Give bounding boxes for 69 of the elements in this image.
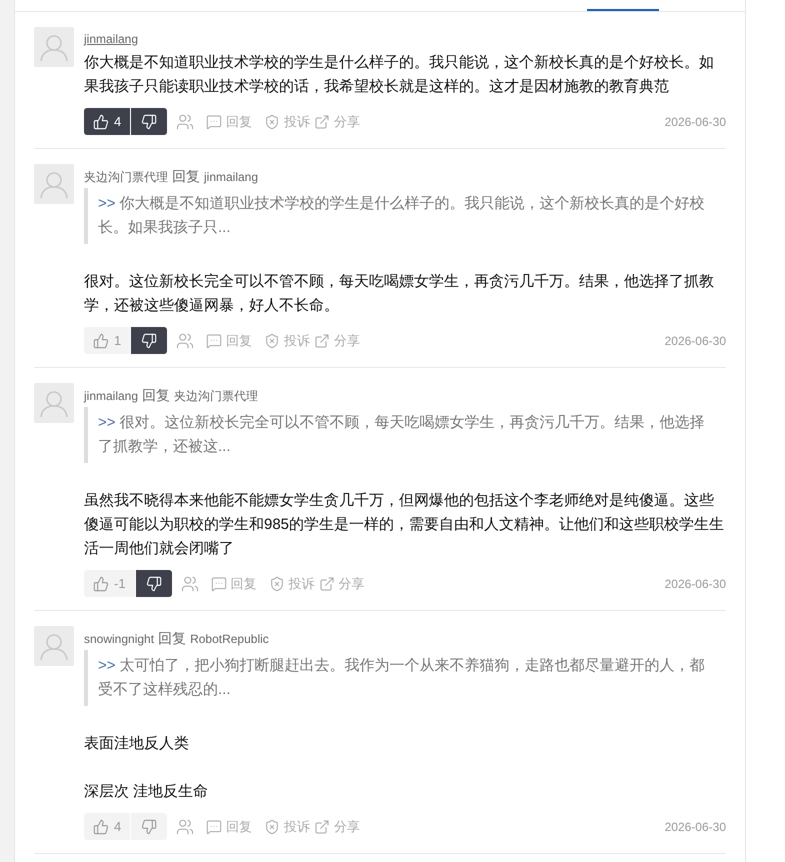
avatar-silhouette-icon — [34, 27, 74, 67]
users-icon[interactable] — [176, 818, 194, 836]
reply-button[interactable]: 回复 — [210, 574, 257, 594]
external-link-icon — [314, 114, 330, 130]
thumbs-up-icon — [93, 818, 109, 834]
thumbs-down-icon — [146, 576, 162, 592]
thumbs-down-icon — [141, 114, 158, 130]
dislike-button[interactable] — [131, 327, 168, 354]
username-link[interactable]: jinmailang — [84, 387, 138, 405]
like-button[interactable]: 4 — [84, 813, 130, 840]
like-button[interactable]: 4 — [84, 108, 130, 135]
shield-x-icon — [264, 114, 280, 130]
share-button[interactable]: 分享 — [314, 816, 360, 836]
dislike-button[interactable] — [131, 108, 168, 135]
reply-label: 回复 — [142, 386, 170, 404]
thumbs-up-icon — [93, 114, 109, 130]
share-button[interactable]: 分享 — [314, 330, 360, 350]
shield-x-icon — [264, 332, 280, 348]
avatar-silhouette-icon — [34, 626, 74, 666]
reply-button[interactable]: 回复 — [206, 112, 252, 132]
users-icon[interactable] — [176, 112, 194, 130]
username-link[interactable]: snowingnight — [84, 630, 154, 648]
comment-date: 2026-06-30 — [664, 332, 726, 350]
shield-x-icon — [268, 576, 285, 592]
external-link-icon — [314, 332, 330, 348]
quote-text: >> 很对。这位新校长完全可以不管不顾，每天吃喝嫖女学生，再贪污几千万。结果，他选择了抓教学，还被这... — [98, 413, 706, 457]
quote-text: >> 太可怕了，把小狗打断腿赶出去。我作为一个从来不养猫狗，走路也都尽量避开的人，都受不了这样残忍的... — [98, 656, 706, 700]
thumbs-down-icon — [141, 332, 158, 348]
report-button[interactable]: 投诉 — [268, 574, 315, 594]
username-link[interactable]: 夹边沟门票代理 — [84, 168, 168, 186]
reply-button[interactable]: 回复 — [206, 330, 252, 350]
thumbs-up-icon — [93, 332, 109, 348]
dislike-button[interactable] — [136, 570, 172, 597]
thumbs-down-icon — [141, 818, 158, 834]
external-link-icon — [314, 818, 330, 834]
comment-icon — [206, 332, 222, 348]
comment-date: 2026-06-30 — [664, 818, 726, 836]
users-icon[interactable] — [176, 332, 194, 350]
comment-icon — [206, 818, 222, 834]
comment-text: 很对。这位新校长完全可以不管不顾，每天吃喝嫖女学生，再贪污几千万。结果，他选择了抓教学，还被这些傻逼网暴，好人不长命。 — [84, 272, 715, 316]
report-button[interactable]: 投诉 — [264, 330, 310, 350]
comment-icon — [210, 576, 227, 592]
reply-label: 回复 — [172, 167, 200, 185]
comment-text: 虽然我不晓得本来他能不能嫖女学生贪几千万，但网爆他的包括这个李老师绝对是纯傻逼。这些傻逼可能以为职校的学生和985的学生是一样的，需要自由和人文精神。让他们和这些职校学生生活一周他们就会闭嘴了 — [84, 491, 726, 559]
report-button[interactable]: 投诉 — [264, 816, 310, 836]
comment-date: 2026-06-30 — [664, 576, 726, 592]
quote-text: >> 你大概是不知道职业技术学校的学生是什么样子的。我只能说，这个新校长真的是个好校长。如果我孩子只... — [98, 194, 706, 238]
comment-text: 深层次 洼地反生命 — [84, 782, 210, 802]
reply-label: 回复 — [158, 629, 186, 647]
like-button[interactable]: -1 — [84, 570, 135, 597]
like-button[interactable]: 1 — [84, 327, 130, 354]
username-link[interactable]: RobotRepublic — [190, 630, 269, 648]
comment-text: 表面洼地反人类 — [84, 734, 190, 754]
comment-icon — [206, 114, 222, 130]
share-button[interactable]: 分享 — [314, 112, 360, 132]
external-link-icon — [318, 576, 335, 592]
report-button[interactable]: 投诉 — [264, 112, 310, 132]
comment-date: 2026-06-30 — [664, 114, 726, 130]
users-icon[interactable] — [180, 574, 199, 592]
username-link[interactable]: 夹边沟门票代理 — [174, 387, 258, 405]
avatar-silhouette-icon — [34, 383, 74, 423]
share-button[interactable]: 分享 — [318, 574, 365, 594]
username-link[interactable]: jinmailang — [204, 168, 258, 186]
thumbs-up-icon — [93, 576, 109, 592]
reply-button[interactable]: 回复 — [206, 816, 252, 836]
shield-x-icon — [264, 818, 280, 834]
comment-text: 你大概是不知道职业技术学校的学生是什么样子的。我只能说，这个新校长真的是个好校长。如果我孩子只能读职业技术学校的话，我希望校长就是这样的。这才是因材施教的教育典范 — [84, 53, 715, 97]
username-link[interactable]: jinmailang — [84, 30, 138, 48]
avatar-silhouette-icon — [34, 164, 74, 204]
